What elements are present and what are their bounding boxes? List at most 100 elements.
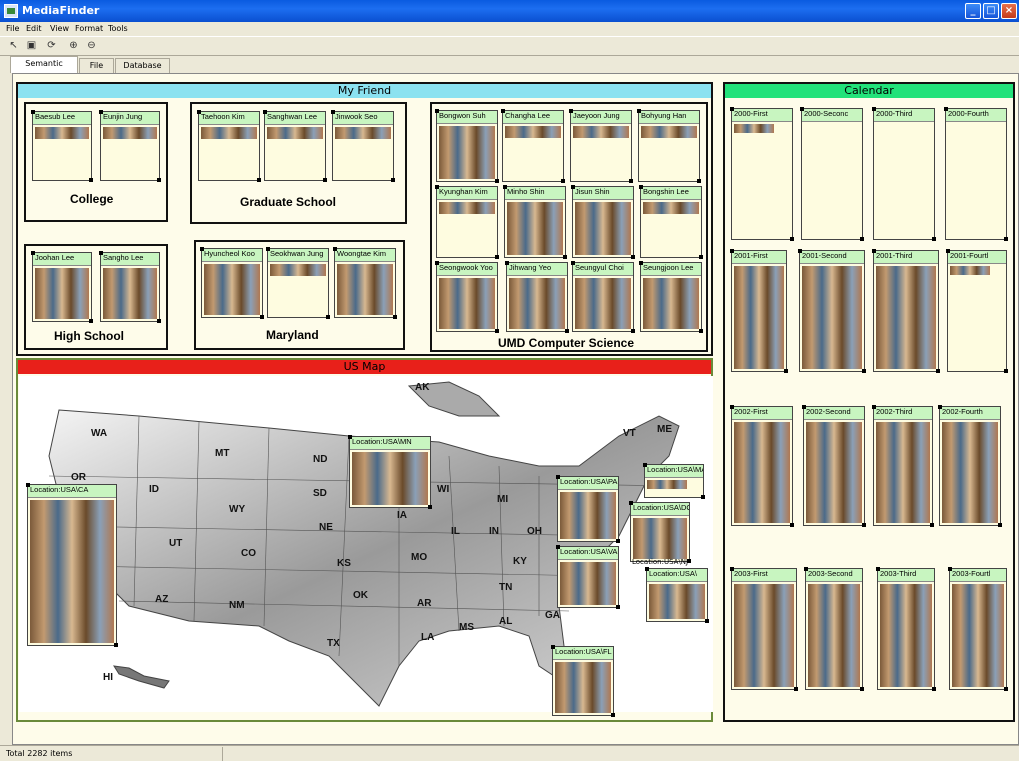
calendar-cell[interactable]: 2000-Seconc bbox=[800, 107, 864, 241]
refresh-icon[interactable]: ⟳ bbox=[44, 39, 59, 54]
state-label: ME bbox=[657, 424, 672, 435]
photo-thumbnails bbox=[555, 662, 611, 713]
state-label: ND bbox=[313, 454, 328, 465]
friend-card[interactable]: Seungjoon Lee bbox=[639, 261, 703, 333]
group-college[interactable]: Baesub Lee Eunjin Jung College bbox=[24, 102, 168, 222]
menu-edit[interactable]: Edit bbox=[26, 24, 42, 33]
friend-card[interactable]: Baesub Lee bbox=[31, 110, 93, 182]
group-graduate-school[interactable]: Taehoon Kim Sanghwan Lee Jinwook Seo Gra… bbox=[190, 102, 407, 224]
location-card[interactable]: Location:USA\MA bbox=[643, 463, 705, 499]
calendar-cell[interactable]: 2000-Third bbox=[872, 107, 936, 241]
photo-thumbnails bbox=[942, 422, 998, 523]
calendar-cell[interactable]: 2002-First bbox=[730, 405, 794, 527]
tab-semantic-region[interactable]: Semantic Region bbox=[10, 56, 78, 82]
photo-thumbnails bbox=[35, 268, 89, 319]
photo-thumbnails bbox=[439, 126, 495, 179]
state-label: TX bbox=[327, 638, 340, 649]
photo-thumbnails bbox=[641, 126, 697, 138]
friend-card[interactable]: Sanghwan Lee bbox=[263, 110, 327, 182]
my-friend-region[interactable]: My Friend Baesub Lee Eunjin Jung College… bbox=[16, 82, 713, 356]
photo-thumbnails bbox=[649, 584, 705, 619]
photo-thumbnails bbox=[734, 422, 790, 523]
calendar-cell[interactable]: 2000-First bbox=[730, 107, 794, 241]
location-card[interactable]: Location:USA\FL bbox=[551, 645, 615, 717]
group-label: Graduate School bbox=[240, 195, 337, 209]
friend-card[interactable]: Woongtae Kim bbox=[333, 247, 397, 319]
calendar-cell[interactable]: 2003-First bbox=[730, 567, 798, 691]
state-label: CO bbox=[241, 548, 256, 559]
friend-card[interactable]: Eunjin Jung bbox=[99, 110, 161, 182]
photo-thumbnails bbox=[643, 202, 699, 214]
friend-card[interactable]: Seokhwan Jung bbox=[266, 247, 330, 319]
group-umd-cs[interactable]: Bongwon Suh Changha Lee Jaeyoon Jung Boh… bbox=[430, 102, 708, 352]
photo-thumbnails bbox=[439, 202, 495, 214]
friend-card[interactable]: Bongwon Suh bbox=[435, 109, 499, 183]
calendar-cell[interactable]: 2001-First bbox=[730, 249, 788, 373]
calendar-cell[interactable]: 2003-Second bbox=[804, 567, 864, 691]
friend-card[interactable]: Bongshin Lee bbox=[639, 185, 703, 259]
menu-format[interactable]: Format bbox=[75, 24, 103, 33]
close-button[interactable]: × bbox=[1001, 3, 1017, 19]
friend-card[interactable]: Seongwook Yoo bbox=[435, 261, 499, 333]
group-maryland[interactable]: Hyuncheol Koo Seokhwan Jung Woongtae Kim… bbox=[194, 240, 405, 350]
menu-view[interactable]: View bbox=[50, 24, 69, 33]
status-text: Total 2282 items bbox=[6, 749, 73, 758]
workspace[interactable]: My Friend Baesub Lee Eunjin Jung College… bbox=[12, 73, 1019, 745]
calendar-cell[interactable]: 2001-Second bbox=[798, 249, 866, 373]
photo-thumbnails bbox=[507, 202, 563, 255]
friend-card[interactable]: Seungyul Choi bbox=[571, 261, 635, 333]
friend-card[interactable]: Jihwang Yeo bbox=[505, 261, 569, 333]
photo-thumbnails bbox=[952, 584, 1004, 687]
calendar-cell[interactable]: 2003-Fourtl bbox=[948, 567, 1008, 691]
location-card[interactable]: Location:USA\CA bbox=[26, 483, 118, 647]
friend-card[interactable]: Kyunghan Kim bbox=[435, 185, 499, 259]
location-card[interactable]: Location:USA\MN bbox=[348, 435, 432, 509]
friend-card[interactable]: Changha Lee bbox=[501, 109, 565, 183]
zoom-out-icon[interactable]: ⊖ bbox=[84, 39, 99, 54]
calendar-cell[interactable]: 2000-Fourth bbox=[944, 107, 1008, 241]
friend-card[interactable]: Taehoon Kim bbox=[197, 110, 261, 182]
state-label: AR bbox=[417, 598, 432, 609]
zoom-in-icon[interactable]: ⊕ bbox=[66, 39, 81, 54]
photo-thumbnails bbox=[560, 562, 616, 605]
friend-card[interactable]: Jinwook Seo bbox=[331, 110, 395, 182]
friend-card[interactable]: Joohan Lee bbox=[31, 251, 93, 323]
friend-card[interactable]: Bohyung Han bbox=[637, 109, 701, 183]
pointer-icon[interactable]: ↖ bbox=[6, 39, 21, 54]
location-card[interactable]: Location:USA\ bbox=[645, 567, 709, 623]
calendar-cell[interactable]: 2002-Second bbox=[802, 405, 866, 527]
photo-thumbnails bbox=[103, 268, 157, 319]
location-card[interactable]: Location:USA\DC bbox=[629, 501, 691, 563]
calendar-region[interactable]: Calendar 2000-First 2000-Seconc 2000-Thi… bbox=[723, 82, 1015, 722]
status-bar: Total 2282 items bbox=[0, 745, 1019, 761]
photo-thumbnails bbox=[35, 127, 89, 139]
menu-tools[interactable]: Tools bbox=[108, 24, 128, 33]
minimize-button[interactable]: _ bbox=[965, 3, 981, 19]
photo-thumbnails bbox=[560, 492, 616, 539]
friend-card[interactable]: Sangho Lee bbox=[99, 251, 161, 323]
friend-card[interactable]: Jisun Shin bbox=[571, 185, 635, 259]
tab-file[interactable]: File bbox=[79, 58, 114, 73]
calendar-cell[interactable]: 2001-Fourtl bbox=[946, 249, 1008, 373]
group-label: High School bbox=[54, 329, 124, 343]
menu-file[interactable]: File bbox=[6, 24, 19, 33]
friend-card[interactable]: Hyuncheol Koo bbox=[200, 247, 264, 319]
us-map-region[interactable]: US Map AK WA OR ID MT ND SD WY UT CO AZ bbox=[16, 358, 713, 722]
calendar-cell[interactable]: 2001-Third bbox=[872, 249, 940, 373]
location-card[interactable]: Location:USA\PA bbox=[556, 475, 620, 543]
tab-database[interactable]: Database bbox=[115, 58, 170, 73]
calendar-cell[interactable]: 2002-Fourth bbox=[938, 405, 1002, 527]
state-label: NE bbox=[319, 522, 333, 533]
maximize-button[interactable]: □ bbox=[983, 3, 999, 19]
location-card[interactable]: Location:USA\VA bbox=[556, 545, 620, 609]
state-label: ID bbox=[149, 484, 159, 495]
group-label: UMD Computer Science bbox=[498, 336, 635, 350]
region-icon[interactable]: ▣ bbox=[24, 39, 39, 54]
friend-card[interactable]: Minho Shin bbox=[503, 185, 567, 259]
calendar-cell[interactable]: 2003-Third bbox=[876, 567, 936, 691]
group-high-school[interactable]: Joohan Lee Sangho Lee High School bbox=[24, 244, 168, 350]
state-label: UT bbox=[169, 538, 183, 549]
state-label: LA bbox=[421, 632, 435, 643]
calendar-cell[interactable]: 2002-Third bbox=[872, 405, 934, 527]
friend-card[interactable]: Jaeyoon Jung bbox=[569, 109, 633, 183]
